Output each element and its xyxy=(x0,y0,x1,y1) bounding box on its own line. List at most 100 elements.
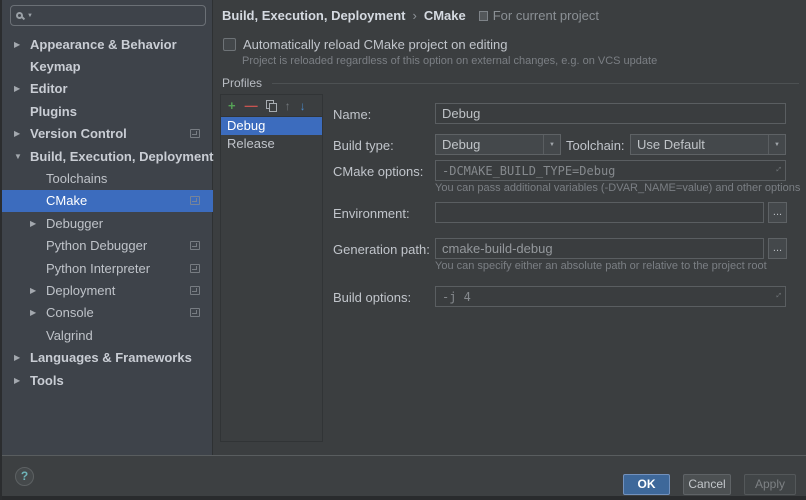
sidebar-item-label: CMake xyxy=(46,193,87,208)
project-settings-icon xyxy=(190,241,200,250)
current-project-icon xyxy=(479,11,488,21)
settings-content: Build, Execution, Deployment › CMake For… xyxy=(215,0,806,455)
sidebar-item-cmake[interactable]: CMake xyxy=(2,190,213,212)
project-settings-icon xyxy=(190,129,200,138)
sidebar-item-keymap[interactable]: Keymap xyxy=(2,55,213,77)
breadcrumb: Build, Execution, Deployment › CMake For… xyxy=(222,8,599,23)
environment-label: Environment: xyxy=(333,206,410,221)
sidebar-item-label: Version Control xyxy=(30,126,127,141)
reload-cmake-hint: Project is reloaded regardless of this o… xyxy=(242,55,657,67)
project-settings-icon xyxy=(190,286,200,295)
chevron-right-icon[interactable]: ▶ xyxy=(14,84,30,93)
profiles-toolbar: + — ↑ ↓ xyxy=(221,95,322,117)
sidebar-item-deployment[interactable]: ▶ Deployment xyxy=(2,279,213,301)
ok-button[interactable]: OK xyxy=(623,474,670,495)
sidebar-item-label: Valgrind xyxy=(46,328,93,343)
sidebar-item-build-execution-deployment[interactable]: ▼ Build, Execution, Deployment xyxy=(2,145,213,167)
name-input[interactable] xyxy=(435,103,786,124)
generation-path-label: Generation path: xyxy=(333,242,430,257)
chevron-right-icon[interactable]: ▶ xyxy=(14,376,30,385)
sidebar-item-languages-frameworks[interactable]: ▶ Languages & Frameworks xyxy=(2,346,213,368)
search-filter-caret-icon: ▼ xyxy=(27,13,33,19)
build-type-label: Build type: xyxy=(333,138,394,153)
scope-label: For current project xyxy=(493,8,599,23)
sidebar-item-label: Debugger xyxy=(46,216,103,231)
scope-indicator: For current project xyxy=(479,8,599,23)
sidebar-item-debugger[interactable]: ▶ Debugger xyxy=(2,212,213,234)
sidebar-item-label: Editor xyxy=(30,81,68,96)
sidebar-item-python-debugger[interactable]: Python Debugger xyxy=(2,235,213,257)
add-profile-icon[interactable]: + xyxy=(228,99,236,112)
sidebar-item-appearance-behavior[interactable]: ▶ Appearance & Behavior xyxy=(2,33,213,55)
sidebar-item-label: Keymap xyxy=(30,59,81,74)
chevron-down-icon: ▼ xyxy=(543,135,560,154)
build-type-value: Debug xyxy=(436,137,543,152)
settings-tree: ▶ Appearance & Behavior Keymap ▶ Editor … xyxy=(2,33,213,391)
chevron-right-icon[interactable]: ▶ xyxy=(30,219,46,228)
move-up-icon[interactable]: ↑ xyxy=(285,100,291,112)
sidebar-item-plugins[interactable]: Plugins xyxy=(2,100,213,122)
environment-input[interactable] xyxy=(435,202,764,223)
search-input[interactable] xyxy=(37,8,213,23)
breadcrumb-separator-icon: › xyxy=(412,8,416,23)
chevron-right-icon[interactable]: ▶ xyxy=(30,308,46,317)
chevron-right-icon[interactable]: ▶ xyxy=(30,286,46,295)
help-button[interactable]: ? xyxy=(15,467,34,486)
chevron-down-icon[interactable]: ▼ xyxy=(14,152,30,161)
sidebar-item-label: Build, Execution, Deployment xyxy=(30,149,213,164)
cancel-button[interactable]: Cancel xyxy=(683,474,731,495)
sidebar-item-label: Plugins xyxy=(30,104,77,119)
toolchain-label: Toolchain: xyxy=(566,138,625,153)
sidebar-item-label: Python Debugger xyxy=(46,238,147,253)
breadcrumb-root[interactable]: Build, Execution, Deployment xyxy=(222,8,405,23)
sidebar-item-label: Python Interpreter xyxy=(46,261,150,276)
remove-profile-icon[interactable]: — xyxy=(245,99,257,112)
project-settings-icon xyxy=(190,196,200,205)
auto-reload-row: Automatically reload CMake project on ed… xyxy=(223,37,507,52)
build-type-select[interactable]: Debug ▼ xyxy=(435,134,561,155)
settings-dialog: ▼ ▶ Appearance & Behavior Keymap ▶ Edito… xyxy=(0,0,806,500)
chevron-right-icon[interactable]: ▶ xyxy=(14,353,30,362)
sidebar-item-version-control[interactable]: ▶ Version Control xyxy=(2,123,213,145)
profiles-title-separator xyxy=(272,83,799,84)
profiles-section-title: Profiles xyxy=(222,76,262,90)
build-options-label: Build options: xyxy=(333,290,411,305)
build-options-input[interactable] xyxy=(435,286,786,307)
reload-cmake-checkbox[interactable] xyxy=(223,38,236,51)
apply-button: Apply xyxy=(744,474,796,495)
browse-environment-button[interactable]: ... xyxy=(768,202,787,223)
settings-search-box[interactable]: ▼ xyxy=(10,5,206,26)
dialog-footer: ? OK Cancel Apply xyxy=(2,455,806,496)
toolchain-value: Use Default xyxy=(631,137,768,152)
toolchain-select[interactable]: Use Default ▼ xyxy=(630,134,786,155)
cmake-options-input[interactable] xyxy=(435,160,786,181)
browse-generation-path-button[interactable]: ... xyxy=(768,238,787,259)
move-down-icon[interactable]: ↓ xyxy=(300,100,306,112)
sidebar-item-label: Deployment xyxy=(46,283,115,298)
sidebar-item-python-interpreter[interactable]: Python Interpreter xyxy=(2,257,213,279)
copy-profile-icon[interactable] xyxy=(266,100,276,111)
sidebar-item-console[interactable]: ▶ Console xyxy=(2,302,213,324)
profile-list-item-debug[interactable]: Debug xyxy=(221,117,322,135)
project-settings-icon xyxy=(190,264,200,273)
sidebar-item-label: Toolchains xyxy=(46,171,107,186)
profile-list-item-release[interactable]: Release xyxy=(221,135,322,153)
name-label: Name: xyxy=(333,107,371,122)
profiles-list-panel: + — ↑ ↓ Debug Release xyxy=(220,94,323,442)
sidebar-item-tools[interactable]: ▶ Tools xyxy=(2,369,213,391)
cmake-options-hint: You can pass additional variables (-DVAR… xyxy=(435,182,800,194)
sidebar-item-editor[interactable]: ▶ Editor xyxy=(2,78,213,100)
sidebar-item-valgrind[interactable]: Valgrind xyxy=(2,324,213,346)
sidebar-item-label: Tools xyxy=(30,373,64,388)
sidebar-item-toolchains[interactable]: Toolchains xyxy=(2,167,213,189)
chevron-down-icon: ▼ xyxy=(768,135,785,154)
reload-cmake-checkbox-label[interactable]: Automatically reload CMake project on ed… xyxy=(243,37,507,52)
breadcrumb-current: CMake xyxy=(424,8,466,23)
sidebar-item-label: Console xyxy=(46,305,94,320)
project-settings-icon xyxy=(190,308,200,317)
generation-path-input[interactable] xyxy=(435,238,764,259)
sidebar-item-label: Appearance & Behavior xyxy=(30,37,177,52)
chevron-right-icon[interactable]: ▶ xyxy=(14,129,30,138)
search-icon xyxy=(16,12,23,19)
chevron-right-icon[interactable]: ▶ xyxy=(14,40,30,49)
